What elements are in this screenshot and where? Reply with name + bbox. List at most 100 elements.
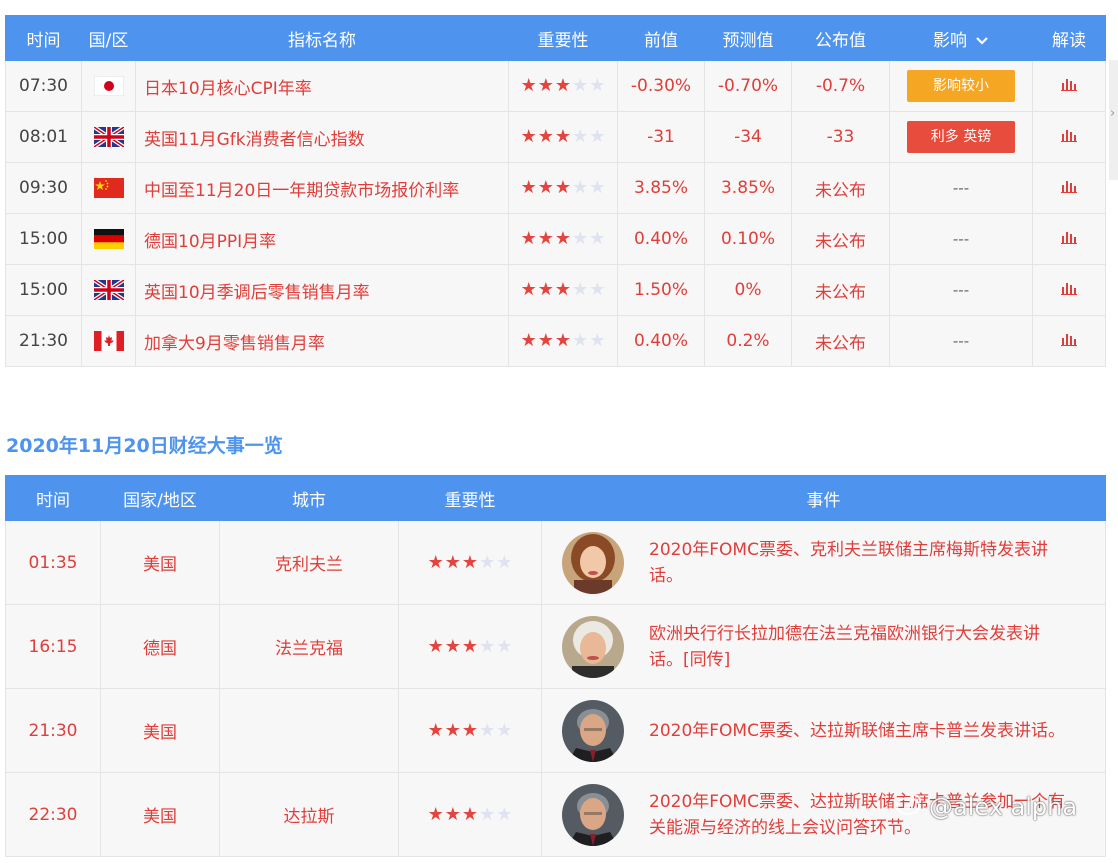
china-flag-icon xyxy=(81,162,136,214)
previous-value: 0.40% xyxy=(617,315,705,367)
event-time: 16:15 xyxy=(5,604,101,689)
header-indicator-name: 指标名称 xyxy=(135,15,509,61)
event-row[interactable]: 21:30 美国 ★ ★ ★ ★ ★ 2020年FOMC票委、达拉斯联储主席卡普兰发表讲话。 xyxy=(5,688,1106,773)
star-empty-icon: ★ xyxy=(496,719,513,741)
star-filled-icon: ★ xyxy=(444,635,461,657)
star-filled-icon: ★ xyxy=(554,126,572,147)
star-filled-icon: ★ xyxy=(554,75,572,96)
indicator-name-link[interactable]: 中国至11月20日一年期贷款市场报价利率 xyxy=(135,162,509,214)
event-importance: ★ ★ ★ ★ ★ xyxy=(398,604,542,689)
star-filled-icon: ★ xyxy=(427,551,444,573)
analysis-cell xyxy=(1032,315,1106,367)
event-importance: ★ ★ ★ ★ ★ xyxy=(398,772,542,857)
forecast-value: -34 xyxy=(704,111,792,163)
row-time: 09:30 xyxy=(5,162,82,214)
star-filled-icon: ★ xyxy=(537,75,554,96)
event-importance: ★ ★ ★ ★ ★ xyxy=(398,688,542,773)
star-empty-icon: ★ xyxy=(589,279,606,300)
forecast-value: -0.70% xyxy=(704,60,792,112)
bar-chart-icon[interactable] xyxy=(1061,280,1077,300)
importance-cell: ★ ★ ★ ★ ★ xyxy=(508,264,618,316)
event-country: 美国 xyxy=(100,772,220,857)
events-header-importance: 重要性 xyxy=(398,475,542,521)
mester-avatar xyxy=(562,531,624,594)
impact-badge: 影响较小 xyxy=(907,70,1015,102)
section-title: 2020年11月20日财经大事一览 xyxy=(6,435,283,457)
star-filled-icon: ★ xyxy=(520,228,537,249)
chevron-right-icon[interactable]: › xyxy=(1110,106,1115,121)
row-time: 15:00 xyxy=(5,264,82,316)
star-filled-icon: ★ xyxy=(520,279,537,300)
event-city: 克利夫兰 xyxy=(219,520,399,605)
bar-chart-icon[interactable] xyxy=(1061,331,1077,351)
analysis-cell xyxy=(1032,264,1106,316)
canada-flag-icon xyxy=(81,315,136,367)
star-filled-icon: ★ xyxy=(537,228,554,249)
previous-value: 3.85% xyxy=(617,162,705,214)
star-empty-icon: ★ xyxy=(589,126,606,147)
impact-cell: 影响较小 xyxy=(889,60,1033,112)
calendar-row[interactable]: 07:30 日本10月核心CPI年率 ★ ★ ★ ★ ★ -0.30% -0.70% -0.7% 影… xyxy=(5,60,1106,112)
header-impact-label: 影响 xyxy=(933,30,967,51)
event-description-link[interactable]: 2020年FOMC票委、克利夫兰联储主席梅斯特发表讲话。 xyxy=(649,537,1069,589)
event-row[interactable]: 01:35 美国 克利夫兰 ★ ★ ★ ★ ★ 2020年FOMC票委、克利夫兰联储主席梅斯特发… xyxy=(5,520,1106,605)
header-impact-dropdown[interactable]: 影响 xyxy=(889,15,1033,61)
analysis-cell xyxy=(1032,60,1106,112)
forecast-value: 3.85% xyxy=(704,162,792,214)
calendar-row[interactable]: 21:30 加拿大9月零售销售月率 ★ ★ ★ ★ ★ 0.40% 0.2% 未公布 --- xyxy=(5,315,1106,367)
importance-stars: ★ ★ ★ ★ ★ xyxy=(521,179,606,197)
indicator-name-link[interactable]: 英国10月季调后零售销售月率 xyxy=(135,264,509,316)
event-time: 22:30 xyxy=(5,772,101,857)
economic-calendar-table: 时间 国/区 指标名称 重要性 前值 预测值 公布值 影响 解读 07:30 日本… xyxy=(5,15,1106,367)
header-importance: 重要性 xyxy=(508,15,618,61)
calendar-row[interactable]: 15:00 英国10月季调后零售销售月率 ★ ★ ★ ★ ★ 1.50% 0% 未公布 --- xyxy=(5,264,1106,316)
bar-chart-icon[interactable] xyxy=(1061,178,1077,198)
event-description-link[interactable]: 2020年FOMC票委、达拉斯联储主席卡普兰发表讲话。 xyxy=(649,718,1069,744)
star-empty-icon: ★ xyxy=(479,551,496,573)
event-cell: 2020年FOMC票委、达拉斯联储主席卡普兰发表讲话。 xyxy=(541,688,1106,773)
star-empty-icon: ★ xyxy=(496,803,513,825)
star-empty-icon: ★ xyxy=(589,75,606,96)
star-filled-icon: ★ xyxy=(444,551,461,573)
event-description-link[interactable]: 欧洲央行行长拉加德在法兰克福欧洲银行大会发表讲话。[同传] xyxy=(649,621,1069,673)
chevron-down-icon xyxy=(975,31,989,51)
importance-stars: ★ ★ ★ ★ ★ xyxy=(521,281,606,299)
star-filled-icon: ★ xyxy=(427,719,444,741)
actual-value: 未公布 xyxy=(791,264,890,316)
importance-stars: ★ ★ ★ ★ ★ xyxy=(428,635,513,657)
indicator-name-link[interactable]: 德国10月PPI月率 xyxy=(135,213,509,265)
forecast-value: 0.2% xyxy=(704,315,792,367)
calendar-row[interactable]: 09:30 中国至11月20日一年期贷款市场报价利率 ★ ★ ★ ★ ★ 3.85% 3.85%… xyxy=(5,162,1106,214)
actual-value: -0.7% xyxy=(791,60,890,112)
impact-placeholder: --- xyxy=(952,332,970,350)
event-cell: 欧洲央行行长拉加德在法兰克福欧洲银行大会发表讲话。[同传] xyxy=(541,604,1106,689)
uk-flag-icon xyxy=(81,111,136,163)
bar-chart-icon[interactable] xyxy=(1061,127,1077,147)
previous-value: -0.30% xyxy=(617,60,705,112)
bar-chart-icon[interactable] xyxy=(1061,229,1077,249)
event-city: 达拉斯 xyxy=(219,772,399,857)
calendar-row[interactable]: 15:00 德国10月PPI月率 ★ ★ ★ ★ ★ 0.40% 0.10% 未公布 --- xyxy=(5,213,1106,265)
importance-cell: ★ ★ ★ ★ ★ xyxy=(508,60,618,112)
calendar-row[interactable]: 08:01 英国11月Gfk消费者信心指数 ★ ★ ★ ★ ★ -31 -34 -33 利多 英镑 xyxy=(5,111,1106,163)
impact-cell: --- xyxy=(889,315,1033,367)
indicator-name-link[interactable]: 英国11月Gfk消费者信心指数 xyxy=(135,111,509,163)
star-filled-icon: ★ xyxy=(520,126,537,147)
star-filled-icon: ★ xyxy=(461,803,479,825)
actual-value: 未公布 xyxy=(791,213,890,265)
japan-flag-icon xyxy=(81,60,136,112)
star-empty-icon: ★ xyxy=(496,551,513,573)
previous-value: 1.50% xyxy=(617,264,705,316)
indicator-name-link[interactable]: 加拿大9月零售销售月率 xyxy=(135,315,509,367)
row-time: 07:30 xyxy=(5,60,82,112)
actual-value: -33 xyxy=(791,111,890,163)
importance-stars: ★ ★ ★ ★ ★ xyxy=(427,551,513,573)
importance-stars: ★ ★ ★ ★ ★ xyxy=(521,128,606,146)
header-analysis: 解读 xyxy=(1032,15,1106,61)
analysis-cell xyxy=(1032,162,1106,214)
bar-chart-icon[interactable] xyxy=(1061,76,1077,96)
star-empty-icon: ★ xyxy=(496,635,513,657)
indicator-name-link[interactable]: 日本10月核心CPI年率 xyxy=(135,60,509,112)
event-row[interactable]: 16:15 德国 法兰克福 ★ ★ ★ ★ ★ 欧洲央行行长拉加德在法兰克福欧洲银行大会发表讲话… xyxy=(5,604,1106,689)
header-actual: 公布值 xyxy=(791,15,890,61)
